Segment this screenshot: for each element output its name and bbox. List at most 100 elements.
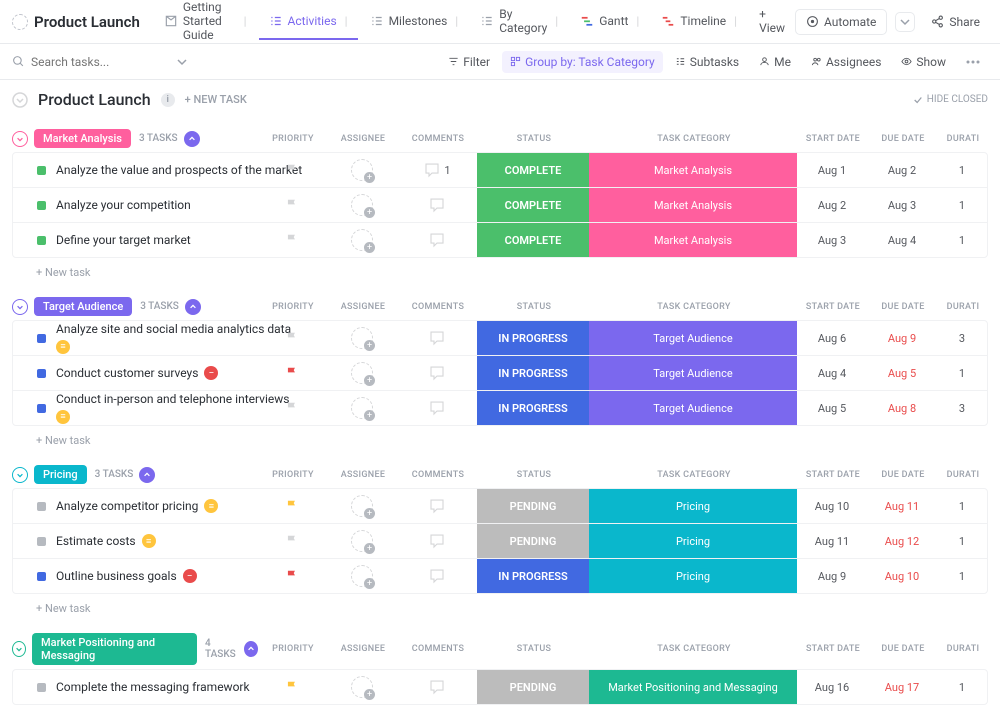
priority-flag-icon[interactable] <box>285 331 299 345</box>
view-tab[interactable]: Getting Started Guide| <box>154 0 257 54</box>
assignee-icon[interactable] <box>351 565 373 587</box>
assignee-cell[interactable] <box>327 489 397 523</box>
sort-icon[interactable] <box>184 131 200 147</box>
priority-flag-icon[interactable] <box>285 233 299 247</box>
duration-cell[interactable]: 1 <box>937 524 987 558</box>
comment-icon[interactable] <box>428 196 446 214</box>
startdate-cell[interactable]: Aug 5 <box>797 391 867 425</box>
priority-cell[interactable] <box>257 391 327 425</box>
status-square[interactable] <box>37 201 46 210</box>
comment-icon[interactable] <box>428 532 446 550</box>
category-cell[interactable]: Target Audience <box>589 391 797 425</box>
col-header[interactable]: START DATE <box>798 470 868 480</box>
assignee-cell[interactable] <box>327 356 397 390</box>
comment-icon[interactable] <box>428 329 446 347</box>
priority-cell[interactable] <box>257 524 327 558</box>
comments-cell[interactable] <box>397 321 477 355</box>
comments-cell[interactable] <box>397 489 477 523</box>
search[interactable] <box>12 55 440 69</box>
filter-button[interactable]: Filter <box>440 51 498 73</box>
comment-icon[interactable] <box>428 399 446 417</box>
startdate-cell[interactable]: Aug 10 <box>797 489 867 523</box>
startdate-cell[interactable]: Aug 9 <box>797 559 867 593</box>
category-cell[interactable]: Market Analysis <box>589 188 797 222</box>
category-cell[interactable]: Pricing <box>589 559 797 593</box>
col-header[interactable]: TASK CATEGORY <box>590 302 798 312</box>
comment-icon[interactable] <box>428 678 446 696</box>
col-header[interactable]: START DATE <box>798 302 868 312</box>
col-header[interactable]: START DATE <box>798 644 868 654</box>
duedate-cell[interactable]: Aug 17 <box>867 670 937 704</box>
category-cell[interactable]: Target Audience <box>589 321 797 355</box>
col-header[interactable]: STATUS <box>478 470 590 480</box>
col-header[interactable]: DURATI <box>938 302 988 312</box>
duration-cell[interactable]: 1 <box>937 153 987 187</box>
startdate-cell[interactable]: Aug 3 <box>797 223 867 257</box>
startdate-cell[interactable]: Aug 6 <box>797 321 867 355</box>
status-cell[interactable]: PENDING <box>477 670 589 704</box>
duration-cell[interactable]: 1 <box>937 670 987 704</box>
new-task-button[interactable]: + NEW TASK <box>185 93 247 106</box>
status-square[interactable] <box>37 683 46 692</box>
col-header[interactable]: DUE DATE <box>868 470 938 480</box>
col-header[interactable]: STATUS <box>478 302 590 312</box>
task-row[interactable]: Define your target marketCOMPLETEMarket … <box>13 223 987 257</box>
duration-cell[interactable]: 1 <box>937 559 987 593</box>
assignee-icon[interactable] <box>351 397 373 419</box>
task-row[interactable]: Outline business goals−IN PROGRESSPricin… <box>13 559 987 593</box>
view-tab[interactable]: Gantt| <box>570 4 649 40</box>
category-cell[interactable]: Market Analysis <box>589 223 797 257</box>
hide-closed-button[interactable]: HIDE CLOSED <box>913 94 988 105</box>
category-cell[interactable]: Target Audience <box>589 356 797 390</box>
col-header[interactable]: ASSIGNEE <box>328 302 398 312</box>
assignee-icon[interactable] <box>351 159 373 181</box>
info-icon[interactable]: i <box>161 93 175 107</box>
view-tab[interactable]: Activities| <box>259 4 358 40</box>
assignee-icon[interactable] <box>351 495 373 517</box>
add-task-row[interactable]: + New task <box>12 594 988 623</box>
task-row[interactable]: Analyze the value and prospects of the m… <box>13 153 987 188</box>
category-cell[interactable]: Market Analysis <box>589 153 797 187</box>
assignee-cell[interactable] <box>327 188 397 222</box>
col-header[interactable]: ASSIGNEE <box>328 134 398 144</box>
duration-cell[interactable]: 3 <box>937 391 987 425</box>
priority-cell[interactable] <box>257 489 327 523</box>
assignee-icon[interactable] <box>351 229 373 251</box>
chevron-down-icon[interactable] <box>177 57 187 67</box>
view-tab[interactable]: Timeline| <box>651 4 747 40</box>
collapse-icon[interactable] <box>12 131 28 147</box>
priority-cell[interactable] <box>257 153 327 187</box>
assignee-icon[interactable] <box>351 194 373 216</box>
col-header[interactable]: PRIORITY <box>258 302 328 312</box>
sort-icon[interactable] <box>139 467 155 483</box>
comment-icon[interactable] <box>428 567 446 585</box>
col-header[interactable]: DURATI <box>938 644 988 654</box>
status-cell[interactable]: IN PROGRESS <box>477 356 589 390</box>
task-row[interactable]: Analyze site and social media analytics … <box>13 321 987 356</box>
comment-icon[interactable] <box>428 497 446 515</box>
task-row[interactable]: Analyze your competitionCOMPLETEMarket A… <box>13 188 987 223</box>
assignee-cell[interactable] <box>327 559 397 593</box>
duedate-cell[interactable]: Aug 12 <box>867 524 937 558</box>
duedate-cell[interactable]: Aug 3 <box>867 188 937 222</box>
assignee-cell[interactable] <box>327 524 397 558</box>
assignee-cell[interactable] <box>327 321 397 355</box>
subtasks-button[interactable]: Subtasks <box>667 51 747 73</box>
comments-cell[interactable] <box>397 356 477 390</box>
col-header[interactable]: ASSIGNEE <box>328 470 398 480</box>
more-button[interactable] <box>958 56 988 68</box>
priority-cell[interactable] <box>257 321 327 355</box>
assignee-icon[interactable] <box>351 676 373 698</box>
duration-cell[interactable]: 1 <box>937 223 987 257</box>
col-header[interactable]: TASK CATEGORY <box>590 470 798 480</box>
col-header[interactable]: COMMENTS <box>398 134 478 144</box>
priority-flag-icon[interactable] <box>285 163 299 177</box>
task-row[interactable]: Estimate costs≡PENDINGPricingAug 11Aug 1… <box>13 524 987 559</box>
col-header[interactable]: ASSIGNEE <box>328 644 398 654</box>
duration-cell[interactable]: 1 <box>937 188 987 222</box>
status-cell[interactable]: COMPLETE <box>477 153 589 187</box>
priority-cell[interactable] <box>257 356 327 390</box>
assignee-icon[interactable] <box>351 530 373 552</box>
status-cell[interactable]: PENDING <box>477 524 589 558</box>
col-header[interactable]: COMMENTS <box>398 302 478 312</box>
